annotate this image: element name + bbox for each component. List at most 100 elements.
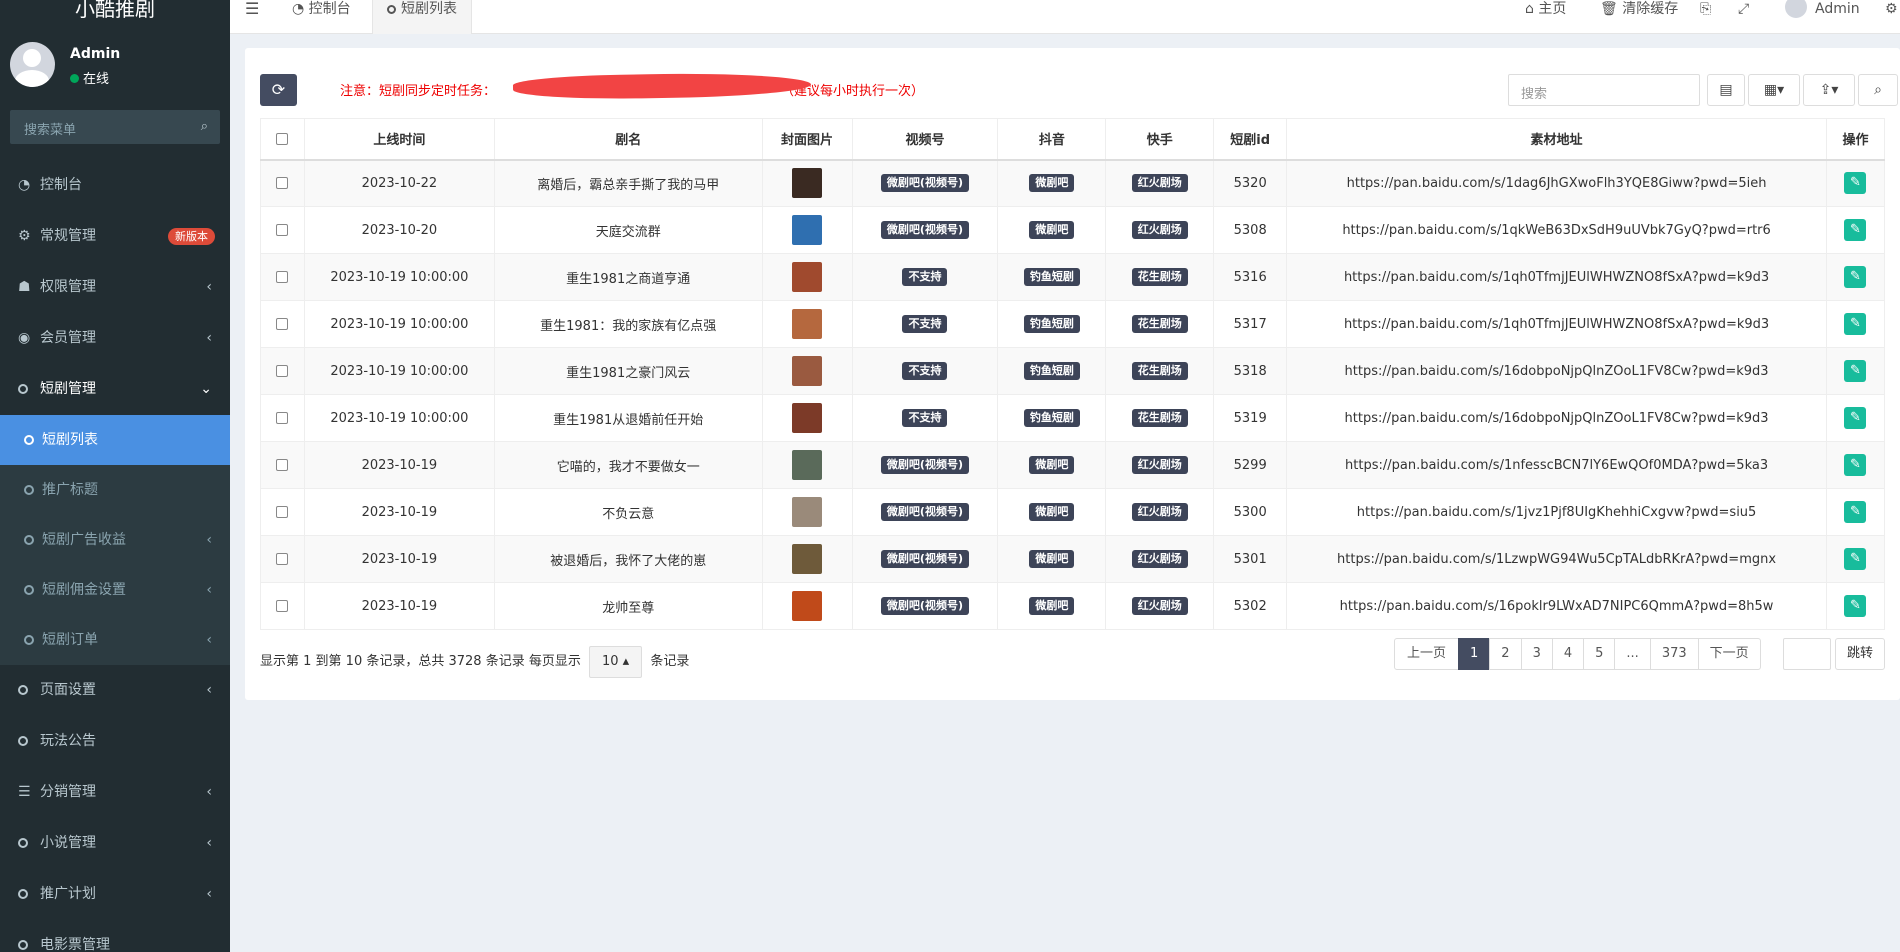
row-select-cell[interactable] bbox=[260, 488, 305, 536]
gear-icon[interactable]: ⚙ bbox=[1885, 0, 1898, 34]
tab-drama-list[interactable]: 短剧列表 bbox=[372, 0, 472, 34]
sidebar-item-dashboard[interactable]: ◔ 控制台 bbox=[0, 160, 230, 211]
page-last[interactable]: 373 bbox=[1649, 638, 1699, 670]
sidebar-item-member[interactable]: ◉ 会员管理 ‹ bbox=[0, 313, 230, 364]
sidebar-item-distribution[interactable]: ☰ 分销管理 ‹ bbox=[0, 767, 230, 818]
fullscreen-icon[interactable]: ⤢ bbox=[1738, 0, 1749, 34]
sidebar-item-ad-revenue[interactable]: 短剧广告收益 ‹ bbox=[0, 515, 230, 565]
sidebar-item-rules[interactable]: 玩法公告 bbox=[0, 716, 230, 767]
edit-button[interactable]: ✎ bbox=[1844, 595, 1867, 617]
export-button[interactable]: ⇪▾ bbox=[1803, 74, 1855, 106]
columns-button[interactable]: ▦▾ bbox=[1748, 74, 1800, 106]
cover-thumbnail[interactable] bbox=[792, 309, 823, 339]
jump-button[interactable]: 跳转 bbox=[1835, 638, 1885, 670]
topbar-user-name[interactable]: Admin bbox=[1815, 0, 1860, 34]
home-link[interactable]: ⌂ 主页 bbox=[1525, 0, 1566, 34]
sidebar-item-permission[interactable]: ☗ 权限管理 ‹ bbox=[0, 262, 230, 313]
edit-button[interactable]: ✎ bbox=[1844, 313, 1867, 335]
cover-thumbnail[interactable] bbox=[792, 544, 823, 574]
cell-kuaishou: 红火剧场 bbox=[1105, 582, 1215, 630]
row-checkbox[interactable] bbox=[276, 506, 289, 518]
sidebar-item-drama-list[interactable]: 短剧列表 bbox=[0, 415, 230, 465]
edit-button[interactable]: ✎ bbox=[1844, 172, 1867, 195]
edit-button[interactable]: ✎ bbox=[1844, 407, 1867, 429]
row-select-cell[interactable] bbox=[260, 253, 305, 301]
toggle-view-button[interactable]: ▤ bbox=[1707, 74, 1745, 106]
jump-page-input[interactable] bbox=[1783, 638, 1831, 670]
search-button[interactable]: ⌕ bbox=[1858, 74, 1898, 106]
row-checkbox[interactable] bbox=[276, 553, 289, 565]
table-row: 2023-10-19 10:00:00 重生1981之商道亨通 不支持 钓鱼短剧 花生剧… bbox=[260, 253, 1886, 301]
tab-dashboard[interactable]: ◔ 控制台 bbox=[292, 0, 351, 34]
row-select-cell[interactable] bbox=[260, 535, 305, 583]
douyin-label: 钓鱼短剧 bbox=[1023, 315, 1080, 333]
cover-thumbnail[interactable] bbox=[792, 262, 823, 292]
search-icon[interactable]: ⌕ bbox=[201, 119, 208, 134]
sidebar-search-input[interactable]: 搜索菜单 ⌕ bbox=[10, 110, 220, 144]
edit-button[interactable]: ✎ bbox=[1844, 219, 1867, 241]
row-select-cell[interactable] bbox=[260, 582, 305, 630]
page-1[interactable]: 1 bbox=[1458, 638, 1491, 670]
sidebar-item-promo-title[interactable]: 推广标题 bbox=[0, 465, 230, 515]
sidebar-item-novel[interactable]: 小说管理 ‹ bbox=[0, 818, 230, 869]
app-logo[interactable]: 小酷推剧 bbox=[0, 0, 230, 20]
clear-cache-button[interactable]: 🗑 清除缓存 bbox=[1600, 0, 1678, 34]
row-select-cell[interactable] bbox=[260, 394, 305, 442]
row-checkbox[interactable] bbox=[276, 224, 289, 236]
row-select-cell[interactable] bbox=[260, 347, 305, 395]
circle-icon bbox=[18, 920, 40, 952]
table-search-input[interactable]: 搜索 bbox=[1508, 74, 1700, 106]
col-drama-id[interactable]: 短剧id bbox=[1213, 118, 1288, 161]
page-size-select[interactable]: 10 ▴ bbox=[588, 646, 643, 678]
page-4[interactable]: 4 bbox=[1551, 638, 1585, 670]
cover-thumbnail[interactable] bbox=[792, 356, 823, 386]
row-checkbox[interactable] bbox=[276, 271, 289, 283]
row-checkbox[interactable] bbox=[276, 318, 289, 330]
row-checkbox[interactable] bbox=[276, 177, 289, 190]
next-page-button[interactable]: 下一页 bbox=[1697, 638, 1761, 670]
sidebar-item-promo-plan[interactable]: 推广计划 ‹ bbox=[0, 869, 230, 920]
row-select-cell[interactable] bbox=[260, 159, 305, 207]
translate-icon[interactable]: ⎘ bbox=[1700, 0, 1711, 34]
cover-thumbnail[interactable] bbox=[792, 215, 823, 245]
page-3[interactable]: 3 bbox=[1520, 638, 1553, 670]
refresh-button[interactable]: ⟳ bbox=[260, 74, 297, 106]
edit-button[interactable]: ✎ bbox=[1844, 454, 1867, 476]
cover-thumbnail[interactable] bbox=[792, 403, 823, 433]
cover-thumbnail[interactable] bbox=[792, 168, 823, 199]
row-select-cell[interactable] bbox=[260, 206, 305, 254]
sidebar-item-commission[interactable]: 短剧佣金设置 ‹ bbox=[0, 565, 230, 615]
select-all-checkbox[interactable] bbox=[276, 132, 289, 145]
row-select-cell[interactable] bbox=[260, 300, 305, 348]
edit-button[interactable]: ✎ bbox=[1844, 360, 1867, 382]
prev-page-button[interactable]: 上一页 bbox=[1394, 638, 1460, 670]
edit-button[interactable]: ✎ bbox=[1844, 266, 1867, 288]
col-name[interactable]: 剧名 bbox=[493, 118, 763, 161]
cover-thumbnail[interactable] bbox=[792, 497, 823, 527]
sidebar-item-drama[interactable]: 短剧管理 ⌄ bbox=[0, 364, 230, 415]
sidebar-menu: ◔ 控制台 ⚙ 常规管理 新版本 ☗ 权限管理 ‹ ◉ 会员管理 ‹ 短剧管理 ⌄ 短剧列表 推… bbox=[0, 160, 230, 952]
page-2[interactable]: 2 bbox=[1489, 638, 1522, 670]
edit-button[interactable]: ✎ bbox=[1844, 501, 1867, 523]
row-checkbox[interactable] bbox=[276, 365, 289, 377]
row-checkbox[interactable] bbox=[276, 412, 289, 424]
sidebar-item-movie[interactable]: 电影票管理 bbox=[0, 920, 230, 952]
topbar-avatar[interactable] bbox=[1785, 0, 1811, 34]
cover-thumbnail[interactable] bbox=[792, 450, 823, 480]
hamburger-icon[interactable]: ☰ bbox=[245, 0, 259, 34]
select-all-cell[interactable] bbox=[260, 118, 305, 161]
cell-actions: ✎ bbox=[1825, 159, 1886, 207]
sidebar-item-general[interactable]: ⚙ 常规管理 新版本 bbox=[0, 211, 230, 262]
page-5[interactable]: 5 bbox=[1583, 638, 1616, 670]
chevron-left-icon: ‹ bbox=[206, 532, 212, 548]
sidebar-item-orders[interactable]: 短剧订单 ‹ bbox=[0, 615, 230, 665]
cell-cover bbox=[761, 535, 853, 583]
cover-thumbnail[interactable] bbox=[792, 591, 823, 621]
row-checkbox[interactable] bbox=[276, 459, 289, 471]
sidebar-item-page-settings[interactable]: 页面设置 ‹ bbox=[0, 665, 230, 716]
edit-button[interactable]: ✎ bbox=[1844, 548, 1867, 570]
row-checkbox[interactable] bbox=[276, 600, 289, 612]
sidebar-item-label: 权限管理 bbox=[40, 279, 96, 295]
row-select-cell[interactable] bbox=[260, 441, 305, 489]
col-online-time[interactable]: 上线时间 bbox=[303, 118, 495, 161]
